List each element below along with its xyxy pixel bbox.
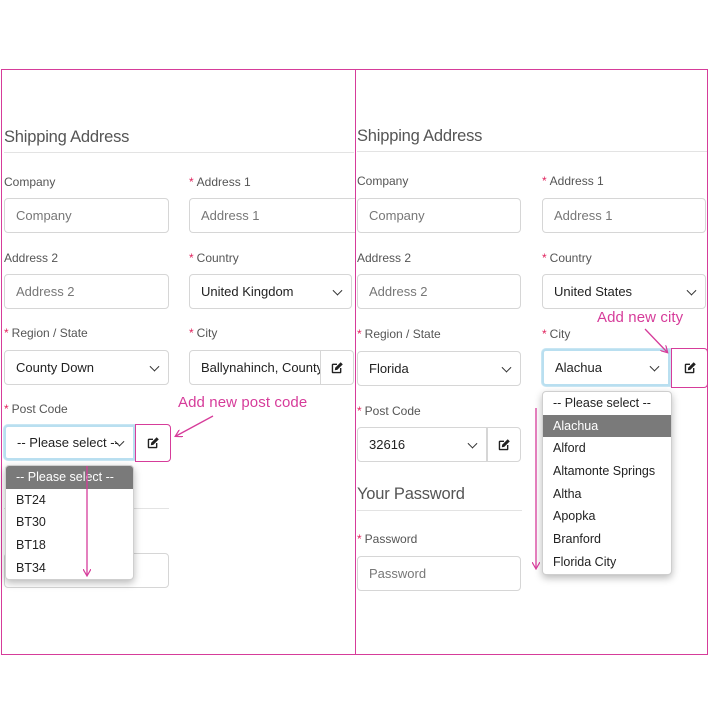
postcode-edit-button[interactable] (487, 427, 521, 462)
region-label: * Region / State (4, 326, 88, 340)
chevron-down-icon (149, 361, 160, 372)
add-post-code-annotation: Add new post code (178, 394, 308, 411)
postcode-select[interactable]: 32616 (357, 427, 487, 462)
country-label: * Country (189, 251, 239, 265)
country-select[interactable]: United Kingdom (189, 274, 352, 309)
shipping-address-heading: Shipping Address (4, 128, 130, 146)
postcode-edit-button[interactable] (135, 424, 171, 462)
company-input[interactable]: Company (357, 198, 521, 233)
dropdown-option[interactable]: Branford (543, 528, 671, 551)
postcode-label: * Post Code (4, 402, 68, 416)
address2-label: Address 2 (357, 251, 412, 265)
company-label: Company (4, 175, 56, 189)
dropdown-option[interactable]: Alachua (543, 414, 671, 438)
country-label: * Country (542, 251, 592, 265)
chevron-down-icon (686, 285, 697, 296)
dropdown-option[interactable]: Altha (543, 483, 671, 506)
dropdown-option[interactable]: BT18 (6, 534, 133, 557)
city-label: * City (189, 326, 218, 340)
heading-divider (4, 152, 354, 153)
region-select[interactable]: County Down (4, 350, 169, 385)
your-password-heading: Your Password (357, 485, 465, 503)
dropdown-option[interactable]: BT24 (6, 489, 133, 512)
shipping-address-heading: Shipping Address (357, 127, 483, 145)
password-divider (357, 510, 522, 511)
address2-label: Address 2 (4, 251, 59, 265)
address1-label: * Address 1 (542, 174, 604, 188)
country-select[interactable]: United States (542, 274, 706, 309)
dropdown-option[interactable]: -- Please select -- (543, 392, 671, 415)
password-input[interactable]: Password (357, 556, 521, 591)
company-input[interactable]: Company (4, 198, 169, 233)
chevron-down-icon (649, 361, 660, 372)
password-label: * Password (357, 532, 418, 546)
dropdown-option[interactable]: BT34 (6, 557, 133, 580)
chevron-down-icon (332, 285, 343, 296)
city-edit-button[interactable] (320, 350, 354, 385)
address1-label: * Address 1 (189, 175, 251, 189)
dropdown-option[interactable]: Altamonte Springs (543, 460, 671, 483)
add-city-annotation: Add new city (597, 309, 684, 326)
edit-icon (498, 438, 510, 450)
dropdown-option[interactable]: Alford (543, 437, 671, 460)
address1-input[interactable]: Address 1 (542, 198, 706, 233)
chevron-down-icon (501, 362, 512, 373)
dropdown-option[interactable]: -- Please select -- (6, 466, 133, 489)
city-dropdown[interactable]: -- Please select -- Alachua Alford Altam… (542, 391, 672, 575)
dropdown-option[interactable]: Florida City (543, 551, 671, 574)
region-select[interactable]: Florida (357, 351, 521, 386)
region-label: * Region / State (357, 327, 441, 341)
company-label: Company (357, 174, 409, 188)
postcode-dropdown[interactable]: -- Please select -- BT24 BT30 BT18 BT34 (5, 465, 134, 581)
chevron-down-icon (467, 438, 478, 449)
address2-input[interactable]: Address 2 (4, 274, 169, 309)
edit-icon (684, 362, 696, 374)
city-select[interactable]: Alachua (542, 349, 670, 386)
dropdown-option[interactable]: Apopka (543, 505, 671, 528)
address1-input[interactable]: Address 1 (189, 198, 355, 233)
city-label: * City (542, 327, 571, 341)
dropdown-option[interactable]: BT30 (6, 511, 133, 534)
postcode-select[interactable]: -- Please select -- (4, 425, 135, 460)
city-select[interactable]: Ballynahinch, County Down (189, 350, 321, 385)
heading-divider (357, 151, 707, 152)
edit-icon (147, 437, 159, 449)
city-edit-button[interactable] (671, 348, 708, 388)
postcode-label: * Post Code (357, 404, 421, 418)
address2-input[interactable]: Address 2 (357, 274, 521, 309)
edit-icon (331, 361, 343, 373)
